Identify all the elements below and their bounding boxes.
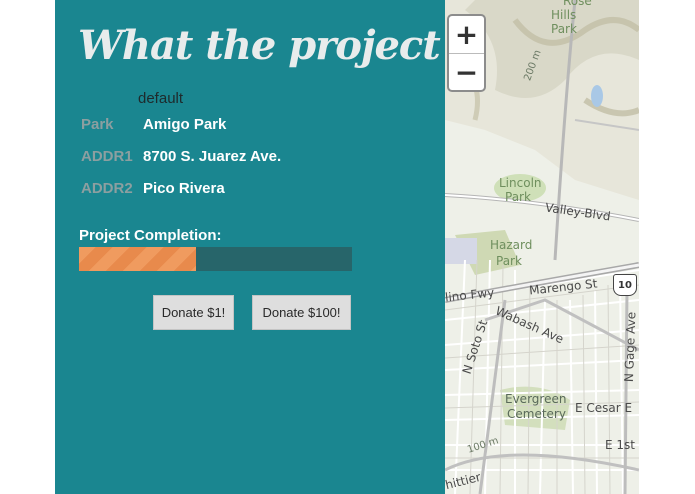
field-value: Amigo Park [143, 116, 227, 133]
map-label-evergreen-cemetery: Cemetery [507, 407, 566, 421]
map-label-rose-hills-park: Rose [563, 0, 592, 8]
layer-label: default [138, 90, 184, 107]
page-title: What the project [78, 22, 441, 69]
field-value: 8700 S. Juarez Ave. [143, 148, 282, 165]
zoom-in-button[interactable]: + [449, 16, 484, 54]
completion-progress-bar [79, 247, 352, 271]
map-label-evergreen-cemetery: Evergreen [505, 392, 567, 406]
donate-1-button[interactable]: Donate $1! [153, 295, 234, 330]
field-key: ADDR2 [81, 180, 133, 197]
completion-progress-fill [79, 247, 197, 271]
map-label-hazard-park: Park [496, 254, 522, 268]
map-view[interactable]: Rose Hills Park 200 m Lincoln Park Valle… [445, 0, 639, 494]
map-label-rose-hills-park: Park [551, 22, 577, 36]
zoom-out-button[interactable]: − [449, 54, 484, 90]
completion-label: Project Completion: [79, 227, 222, 244]
zoom-control: + − [447, 14, 486, 92]
map-label-lincoln-park: Lincoln [499, 176, 542, 190]
route-10-shield-icon: 10 [613, 274, 637, 296]
field-key: ADDR1 [81, 148, 133, 165]
map-label-street: N Gage Ave [621, 311, 639, 383]
map-label-street: E Cesar E [575, 401, 633, 415]
map-label-street: E 1st [605, 438, 635, 452]
map-label-hazard-park: Hazard [490, 238, 533, 252]
field-value: Pico Rivera [143, 180, 225, 197]
field-key: Park [81, 116, 114, 133]
map-label-rose-hills-park: Hills [551, 8, 577, 22]
donate-100-button[interactable]: Donate $100! [252, 295, 351, 330]
map-label-lincoln-park: Park [505, 190, 531, 204]
project-panel: What the project default Park Amigo Park… [55, 0, 445, 494]
